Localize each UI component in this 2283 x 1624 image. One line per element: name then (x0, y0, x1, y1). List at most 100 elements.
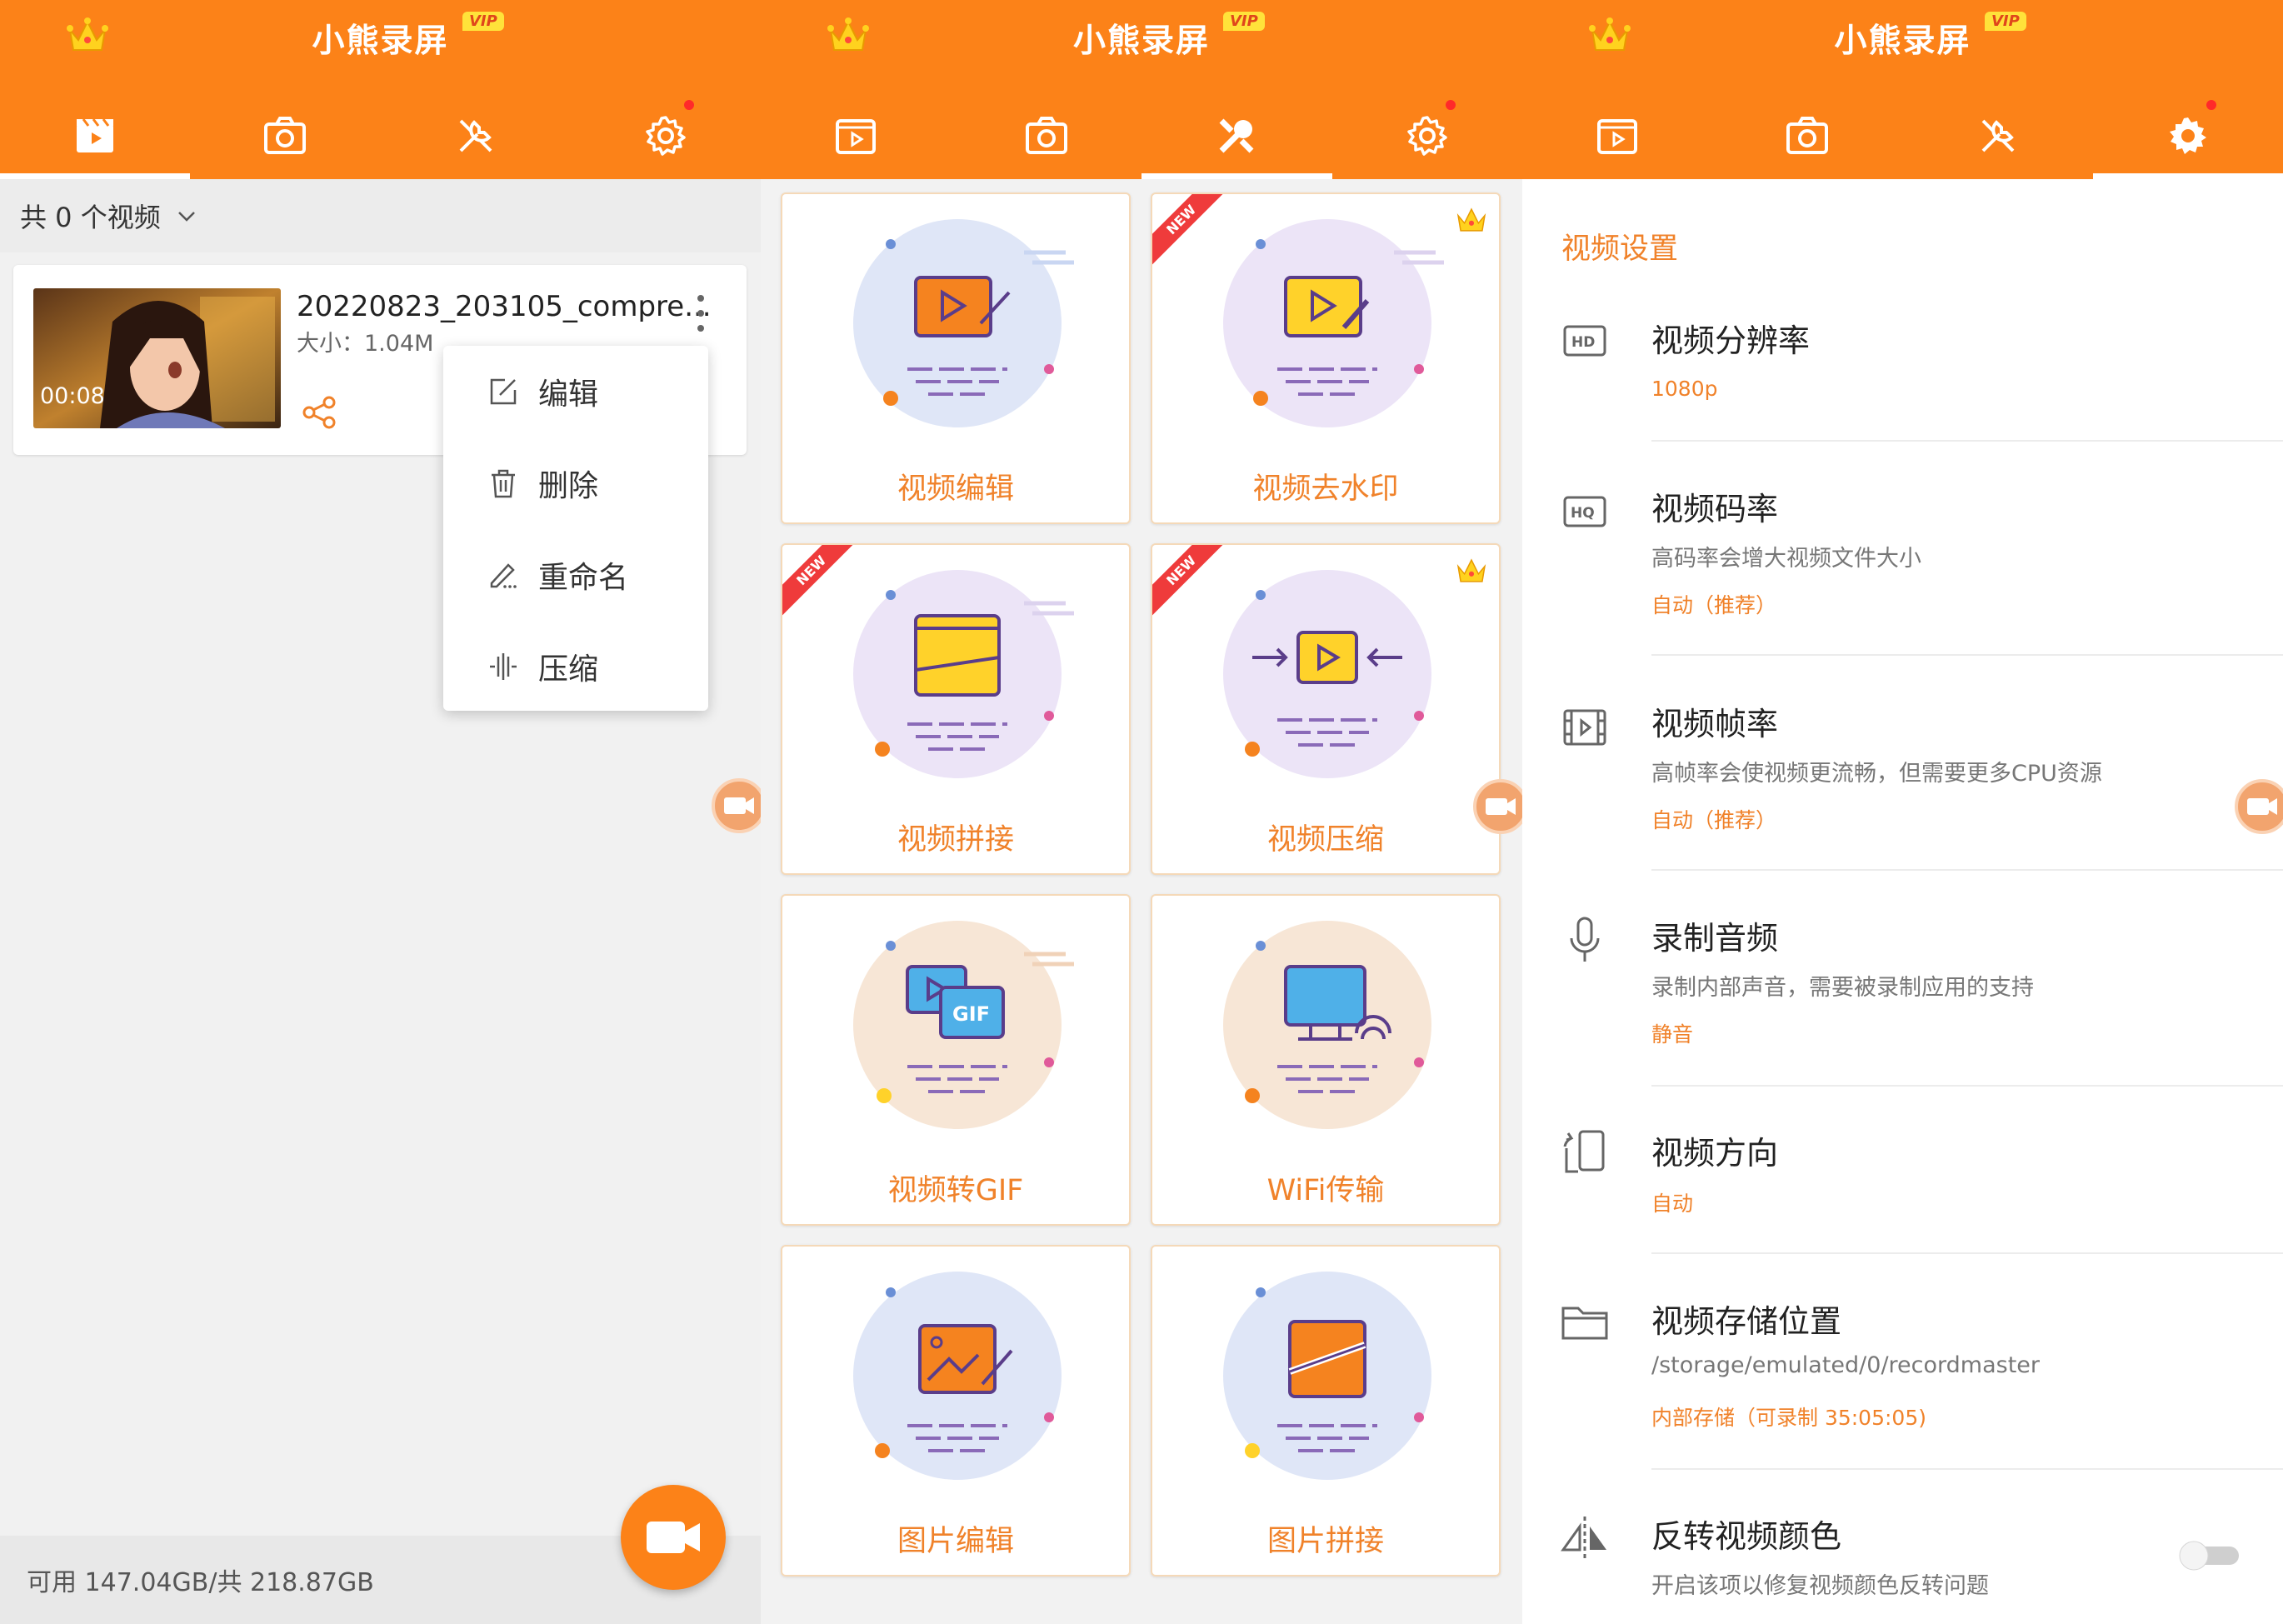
video-duration: 00:08 (40, 383, 105, 409)
tool-label: 图片编辑 (897, 1525, 1014, 1558)
video-to-gif-illustration: GIF (853, 921, 1074, 1129)
divider (1651, 1252, 2283, 1254)
divider (1651, 1468, 2283, 1470)
setting-audio[interactable]: 录制音频 录制内部声音，需要被录制应用的支持 静音 (1522, 908, 2283, 1083)
tab-settings[interactable] (2092, 92, 2283, 179)
share-icon[interactable] (301, 394, 337, 431)
tool-wifi-transfer[interactable]: WiFi传输 (1151, 894, 1501, 1226)
setting-value: 静音 (1651, 1022, 1694, 1047)
invert-colors-toggle[interactable] (2177, 1538, 2244, 1572)
tool-label: 视频编辑 (897, 472, 1014, 506)
camera-icon (1025, 116, 1067, 154)
gear-icon (2169, 117, 2206, 154)
setting-description: 录制内部声音，需要被录制应用的支持 (1651, 975, 2034, 1001)
setting-title: 反转视频颜色 (1651, 1518, 1842, 1555)
notification-dot (2206, 100, 2216, 110)
tool-image-merge[interactable]: 图片拼接 (1151, 1245, 1501, 1577)
svg-text:HQ: HQ (1571, 505, 1595, 522)
tab-screenshots[interactable] (190, 92, 380, 179)
menu-item-rename[interactable]: 重命名 (443, 529, 708, 621)
camera-icon (1786, 116, 1829, 154)
tab-bar (1522, 92, 2283, 179)
wifi-transfer-illustration (1223, 921, 1431, 1129)
setting-value: 内部存储（可录制 35:05:05) (1651, 1406, 1926, 1430)
image-merge-illustration (1223, 1272, 1431, 1480)
menu-item-delete[interactable]: 删除 (443, 437, 708, 529)
watermark-illustration (1223, 219, 1444, 427)
rename-icon (490, 563, 517, 588)
app-header: 小熊录屏 VIP (0, 0, 761, 179)
setting-title: 视频分辨率 (1651, 322, 1811, 359)
hd-icon: HD (1563, 325, 1606, 357)
tool-video-compress[interactable]: NEW 视频压缩 (1151, 543, 1501, 875)
video-camera-icon (724, 797, 754, 814)
tab-tools[interactable] (1903, 92, 2093, 179)
tab-settings[interactable] (1332, 92, 1523, 179)
tab-screenshots[interactable] (952, 92, 1142, 179)
floating-record-button[interactable] (712, 778, 761, 833)
section-title: 视频设置 (1561, 232, 1679, 266)
tab-tools[interactable] (1142, 92, 1332, 179)
record-button[interactable] (621, 1485, 726, 1590)
crown-icon (1456, 558, 1486, 582)
setting-title: 视频码率 (1651, 491, 1779, 527)
tool-label: 视频拼接 (897, 823, 1014, 857)
tools-icon (1981, 119, 2015, 152)
setting-orientation[interactable]: 视频方向 自动 (1522, 1123, 2283, 1248)
panel-video-list: 小熊录屏 VIP 共 0 个视频 00:08 20220823_203105_c… (0, 0, 761, 1624)
folder-icon (1561, 1307, 1608, 1340)
more-options-icon[interactable] (692, 290, 710, 337)
tool-video-to-gif[interactable]: GIF 视频转GIF (781, 894, 1131, 1226)
tool-remove-watermark[interactable]: NEW 视频去水印 (1151, 192, 1501, 524)
setting-title: 视频方向 (1651, 1135, 1779, 1172)
tool-label: 视频去水印 (1252, 472, 1399, 506)
floating-record-button[interactable] (1473, 779, 1522, 834)
setting-storage-location[interactable]: 视频存储位置 /storage/emulated/0/recordmaster … (1522, 1292, 2283, 1467)
chevron-down-icon (177, 212, 195, 222)
tool-label: WiFi传输 (1266, 1174, 1385, 1207)
flip-icon (1561, 1517, 1606, 1560)
svg-text:HD: HD (1571, 334, 1595, 351)
vip-badge[interactable]: VIP (1985, 12, 2026, 31)
vip-badge[interactable]: VIP (462, 12, 504, 31)
divider (1651, 869, 2283, 871)
menu-item-label: 重命名 (538, 561, 629, 595)
app-header: 小熊录屏 VIP (761, 0, 1522, 179)
video-camera-icon (2247, 798, 2277, 815)
tab-tools[interactable] (381, 92, 571, 179)
setting-invert-colors[interactable]: 反转视频颜色 开启该项以修复视频颜色反转问题 (1522, 1507, 2283, 1624)
microphone-icon (1570, 917, 1600, 962)
vip-badge[interactable]: VIP (1223, 12, 1265, 31)
menu-item-compress[interactable]: 压缩 (443, 621, 708, 712)
trash-icon (492, 469, 515, 498)
video-count-label: 共 0 个视频 (20, 202, 161, 233)
tab-screenshots[interactable] (1712, 92, 1902, 179)
tool-label: 视频转GIF (887, 1174, 1024, 1207)
setting-framerate[interactable]: 视频帧率 高帧率会使视频更流畅，但需要更多CPU资源 自动（推荐） (1522, 694, 2283, 869)
tab-settings[interactable] (571, 92, 761, 179)
video-filename: 20220823_203105_compre... (297, 290, 712, 323)
video-camera-icon (647, 1522, 700, 1553)
video-edit-illustration (853, 219, 1074, 427)
setting-resolution[interactable]: HD 视频分辨率 1080p (1522, 308, 2283, 442)
tool-video-merge[interactable]: NEW 视频拼接 (781, 543, 1131, 875)
video-count-selector[interactable]: 共 0 个视频 (0, 179, 761, 252)
setting-title: 视频存储位置 (1651, 1303, 1842, 1340)
divider (1651, 1085, 2283, 1087)
menu-item-edit[interactable]: 编辑 (443, 346, 708, 437)
tool-video-edit[interactable]: 视频编辑 (781, 192, 1131, 524)
floating-record-button[interactable] (2235, 779, 2283, 834)
tab-videos[interactable] (0, 92, 191, 179)
tool-image-edit[interactable]: 图片编辑 (781, 1245, 1131, 1577)
tool-label: 视频压缩 (1266, 823, 1384, 857)
app-header: 小熊录屏 VIP (1522, 0, 2283, 179)
divider (1651, 654, 2283, 656)
video-size: 大小：1.04M (297, 331, 434, 357)
camera-icon (264, 116, 307, 154)
app-title: 小熊录屏 (1834, 22, 1971, 60)
setting-bitrate[interactable]: HQ 视频码率 高码率会增大视频文件大小 自动（推荐） (1522, 479, 2283, 654)
setting-value: 1080p (1651, 377, 1718, 401)
tab-videos[interactable] (761, 92, 952, 179)
hq-icon: HQ (1563, 496, 1606, 527)
tab-videos[interactable] (1522, 92, 1712, 179)
